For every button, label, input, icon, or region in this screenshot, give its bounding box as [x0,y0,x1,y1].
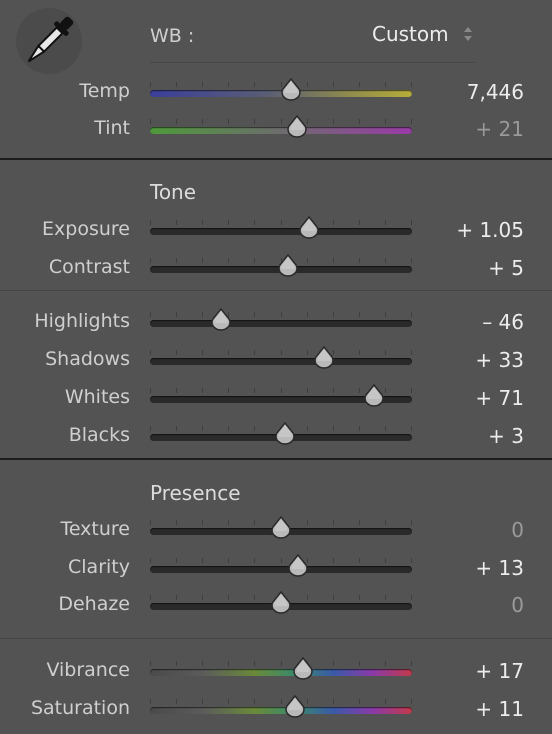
slider-label-saturation: Saturation [30,697,130,719]
section-divider-presence [0,458,552,460]
slider-ticks-exposure [150,220,412,225]
slider-thumb-dehaze[interactable] [270,591,292,615]
slider-label-highlights: Highlights [34,310,130,332]
slider-track-vibrance[interactable] [150,669,412,676]
slider-ticks-clarity [150,558,412,563]
section-title-tone: Tone [150,180,197,204]
slider-value-blacks[interactable]: + 3 [488,424,524,448]
group-divider-tone [0,290,552,291]
wb-label: WB : [150,25,195,47]
slider-ticks-highlights [150,312,412,317]
slider-thumb-texture[interactable] [270,516,292,540]
slider-thumb-highlights[interactable] [210,308,232,332]
updown-arrows-icon [463,27,472,41]
slider-label-shadows: Shadows [45,348,130,370]
slider-value-vibrance[interactable]: + 17 [475,659,524,683]
slider-value-temp[interactable]: 7,446 [467,80,524,104]
slider-label-texture: Texture [60,518,130,540]
slider-value-highlights[interactable]: – 46 [482,310,524,334]
slider-value-contrast[interactable]: + 5 [488,256,524,280]
slider-thumb-saturation[interactable] [284,695,306,719]
slider-label-exposure: Exposure [42,218,130,240]
slider-thumb-shadows[interactable] [313,346,335,370]
slider-label-vibrance: Vibrance [46,659,130,681]
slider-ticks-saturation [150,699,412,704]
slider-thumb-blacks[interactable] [274,422,296,446]
slider-thumb-clarity[interactable] [287,554,309,578]
slider-thumb-temp[interactable] [280,78,302,102]
wb-separator [150,62,475,63]
wb-dropdown[interactable]: Custom [372,22,474,50]
slider-ticks-vibrance [150,661,412,666]
wb-mode-value: Custom [372,22,449,46]
eyedropper-button[interactable] [16,8,82,74]
eyedropper-icon [27,16,74,63]
slider-value-shadows[interactable]: + 33 [475,348,524,372]
slider-label-whites: Whites [64,386,130,408]
slider-ticks-tint [150,119,412,124]
slider-track-saturation[interactable] [150,707,412,714]
slider-value-exposure[interactable]: + 1.05 [456,218,524,242]
slider-value-saturation[interactable]: + 11 [475,697,524,721]
slider-label-contrast: Contrast [48,256,130,278]
slider-ticks-shadows [150,350,412,355]
slider-value-tint[interactable]: + 21 [475,117,524,141]
slider-label-temp: Temp [79,80,130,102]
slider-thumb-contrast[interactable] [277,254,299,278]
slider-track-clarity[interactable] [150,566,412,573]
slider-thumb-vibrance[interactable] [292,657,314,681]
slider-value-dehaze[interactable]: 0 [511,593,524,617]
slider-thumb-whites[interactable] [363,384,385,408]
section-divider-tone [0,158,552,160]
slider-label-clarity: Clarity [68,556,130,578]
slider-value-whites[interactable]: + 71 [475,386,524,410]
slider-track-shadows[interactable] [150,358,412,365]
group-divider-presence [0,638,552,639]
slider-value-clarity[interactable]: + 13 [475,556,524,580]
slider-thumb-tint[interactable] [286,115,308,139]
slider-track-highlights[interactable] [150,320,412,327]
slider-track-exposure[interactable] [150,228,412,235]
section-title-presence: Presence [150,481,241,505]
slider-thumb-exposure[interactable] [298,216,320,240]
slider-label-blacks: Blacks [68,424,130,446]
slider-label-tint: Tint [94,117,130,139]
slider-value-texture[interactable]: 0 [511,518,524,542]
slider-label-dehaze: Dehaze [58,593,130,615]
slider-track-tint[interactable] [150,127,412,134]
